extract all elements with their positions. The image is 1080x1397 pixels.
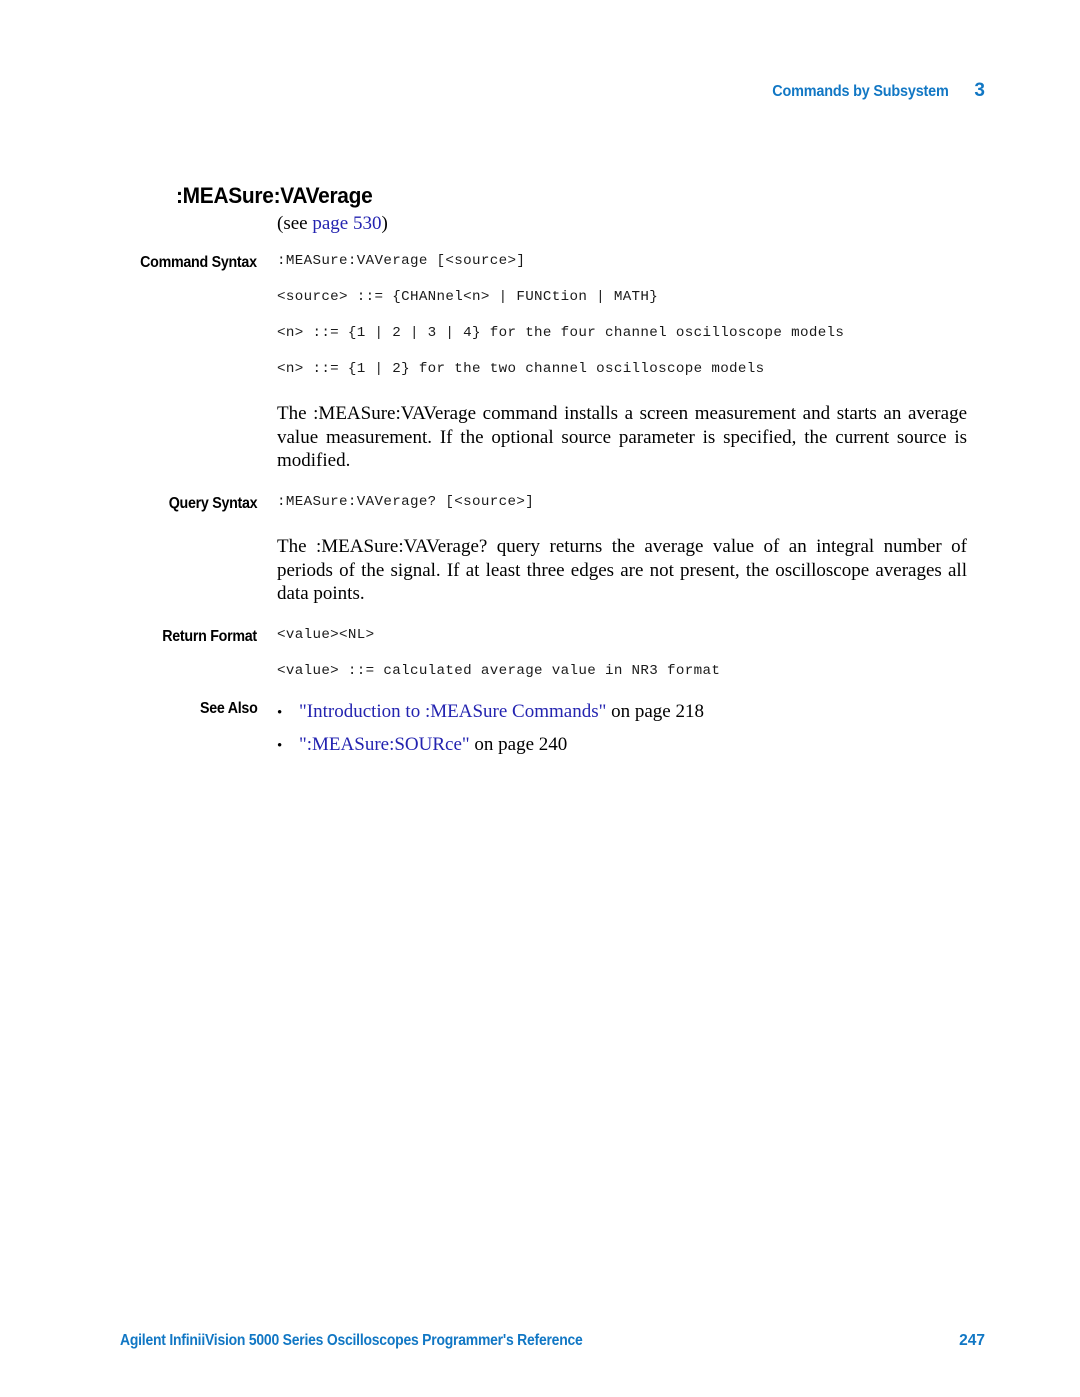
return-format-line-2: <value> ::= calculated average value in …	[277, 662, 721, 679]
command-syntax-row: Command Syntax :MEASure:VAVerage [<sourc…	[0, 252, 1080, 473]
see-also-link-introduction[interactable]: "Introduction to :MEASure Commands"	[299, 701, 606, 722]
header-chapter-number: 3	[974, 80, 985, 101]
see-suffix-text: )	[381, 213, 388, 234]
bullet-icon: •	[277, 737, 283, 754]
page-content: (see page 530) Command Syntax :MEASure:V…	[0, 212, 1080, 758]
see-page-link[interactable]: page 530	[312, 213, 381, 234]
command-syntax-label: Command Syntax	[140, 253, 257, 271]
command-syntax-line-1: :MEASure:VAVerage [<source>]	[277, 252, 526, 269]
see-also-tail-measure-source: on page 240	[469, 733, 568, 755]
page-title: :MEASure:VAVerage	[176, 182, 373, 208]
list-item: • ":MEASure:SOURce" on page 240	[277, 733, 967, 758]
query-syntax-description: The :MEASure:VAVerage? query returns the…	[277, 536, 967, 605]
page-footer: Agilent InfiniiVision 5000 Series Oscill…	[120, 1332, 985, 1350]
query-syntax-label: Query Syntax	[168, 494, 257, 512]
footer-page-number: 247	[959, 1332, 985, 1349]
see-also-tail-introduction: on page 218	[606, 700, 704, 722]
see-also-link-measure-source[interactable]: ":MEASure:SOURce"	[299, 734, 470, 755]
command-syntax-line-4: <n> ::= {1 | 2} for the two channel osci…	[277, 361, 765, 378]
footer-document-title: Agilent InfiniiVision 5000 Series Oscill…	[120, 1332, 583, 1349]
see-also-label: See Also	[199, 699, 258, 717]
see-also-row: See Also • "Introduction to :MEASure Com…	[0, 700, 1080, 758]
return-format-line-1: <value><NL>	[277, 626, 375, 643]
bullet-icon: •	[277, 704, 283, 721]
query-syntax-row: Query Syntax :MEASure:VAVerage? [<source…	[0, 495, 1080, 606]
command-syntax-line-2: <source> ::= {CHANnel<n> | FUNCtion | MA…	[277, 288, 659, 305]
document-page: { "header": { "chapter_title": "Commands…	[0, 0, 1080, 1397]
command-syntax-line-3: <n> ::= {1 | 2 | 3 | 4} for the four cha…	[277, 324, 845, 341]
see-page-line: (see page 530)	[277, 212, 967, 236]
see-page-empty-label	[0, 212, 257, 230]
see-prefix-text: (see	[277, 213, 313, 234]
page-header: Commands by Subsystem 3	[120, 80, 985, 102]
see-page-row: (see page 530)	[0, 212, 1080, 236]
command-syntax-description: The :MEASure:VAVerage command installs a…	[277, 403, 967, 472]
list-item: • "Introduction to :MEASure Commands" on…	[277, 700, 967, 725]
query-syntax-line-1: :MEASure:VAVerage? [<source>]	[277, 493, 535, 510]
return-format-row: Return Format <value><NL> <value> ::= ca…	[0, 626, 1080, 679]
header-chapter-title: Commands by Subsystem	[772, 83, 949, 100]
return-format-label: Return Format	[162, 627, 257, 645]
